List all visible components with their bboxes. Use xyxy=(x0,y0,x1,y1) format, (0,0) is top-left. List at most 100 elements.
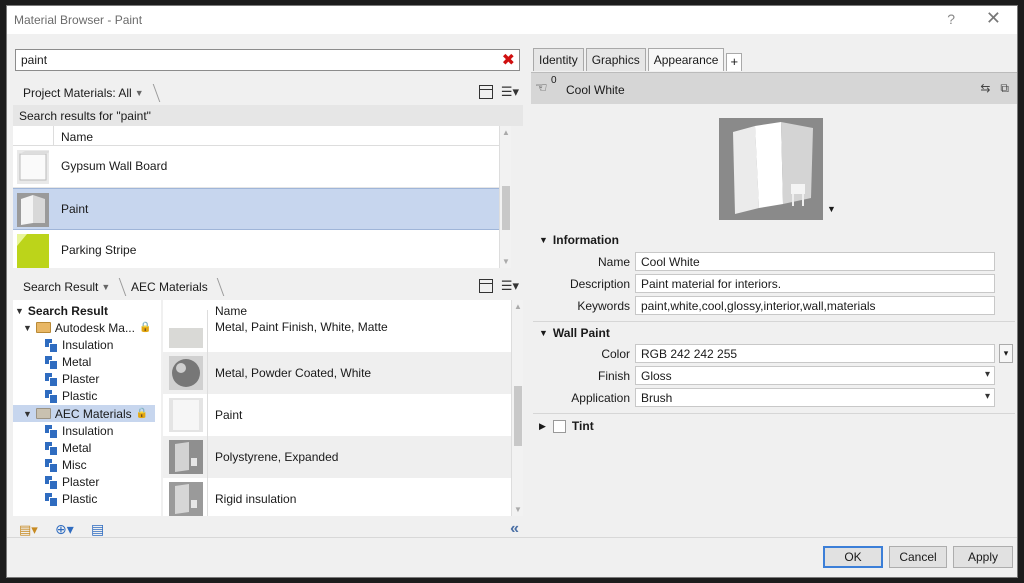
add-material-icon[interactable]: ⊕▾ xyxy=(55,521,74,538)
tree-item[interactable]: Plaster xyxy=(45,370,99,387)
crumb-label: Search Result xyxy=(23,280,99,294)
tree-item[interactable]: Insulation xyxy=(45,336,113,353)
cancel-button[interactable]: Cancel xyxy=(889,546,947,568)
keywords-row: Keywords paint,white,cool,glossy,interio… xyxy=(529,296,1015,316)
list-item[interactable]: Paint xyxy=(163,394,511,436)
library-icon xyxy=(45,475,58,490)
tree-label: Insulation xyxy=(62,423,114,438)
lock-icon: 🔒 xyxy=(135,408,149,419)
list-view-icon[interactable]: ☰▾ xyxy=(501,84,519,100)
library-crumb-aec[interactable]: AEC Materials xyxy=(131,278,224,296)
library-tree: ▼ Search Result ▼ Autodesk Ma... 🔒 Insul… xyxy=(13,300,161,516)
lock-icon: 🔒 xyxy=(138,322,152,333)
material-browser-window: Material Browser - Paint ? ✕ paint ✖ Pro… xyxy=(6,5,1018,578)
section-title: Tint xyxy=(571,419,594,433)
search-results-label: Search results for "paint" xyxy=(13,105,523,126)
material-preview[interactable] xyxy=(719,118,823,220)
color-field[interactable]: RGB 242 242 255 xyxy=(635,344,995,363)
panel-toggle-icon[interactable] xyxy=(478,85,493,99)
clear-search-icon[interactable]: ✖ xyxy=(502,50,515,70)
tab-graphics[interactable]: Graphics xyxy=(585,48,646,71)
description-label: Description xyxy=(569,277,630,291)
expand-icon: ▼ xyxy=(23,408,32,419)
library-icon xyxy=(45,372,58,387)
preview-options-icon[interactable]: ▼ xyxy=(827,204,836,214)
project-toolbar: Project Materials: All ▼ ☰▾ xyxy=(13,80,523,104)
close-button[interactable]: ✕ xyxy=(986,8,1001,29)
expand-icon: ▼ xyxy=(15,305,24,316)
list-view-icon[interactable]: ☰▾ xyxy=(501,278,519,294)
panel-toggle-icon[interactable] xyxy=(478,279,493,293)
add-asset-button[interactable]: + xyxy=(726,53,743,71)
library-icon xyxy=(45,389,58,404)
tree-item[interactable]: Plastic xyxy=(45,490,97,507)
project-materials-list: Name Gypsum Wall Board Paint Parking Str… xyxy=(13,126,511,268)
application-select[interactable]: Brush xyxy=(635,388,995,407)
tree-root[interactable]: ▼ Search Result xyxy=(15,302,108,319)
tree-autodesk[interactable]: ▼ Autodesk Ma... 🔒 xyxy=(23,319,151,336)
library-icon xyxy=(45,458,58,473)
item-label: Paint xyxy=(215,408,243,422)
column-header[interactable]: Name xyxy=(13,126,511,146)
material-thumbnail xyxy=(169,356,203,390)
folder-icon xyxy=(35,322,51,333)
tab-identity[interactable]: Identity xyxy=(533,48,584,71)
tint-checkbox[interactable] xyxy=(552,419,566,433)
tree-item[interactable]: Misc xyxy=(45,456,87,473)
asset-browser-icon[interactable]: ▤ xyxy=(91,521,104,538)
replace-asset-icon[interactable]: ⇆ xyxy=(980,81,990,96)
finish-label: Finish xyxy=(597,369,630,383)
editor-pane: Identity Graphics Appearance + ☜ 0 Cool … xyxy=(529,42,1019,542)
item-label: Gypsum Wall Board xyxy=(61,159,168,173)
library-menu-icon[interactable]: ▤▾ xyxy=(19,522,38,538)
tree-item[interactable]: Metal xyxy=(45,439,91,456)
information-section-header[interactable]: ▼ Information xyxy=(539,233,619,247)
project-filter-dropdown[interactable]: Project Materials: All ▼ xyxy=(23,84,160,102)
list-item[interactable]: Metal, Powder Coated, White xyxy=(163,352,511,394)
search-input[interactable]: paint ✖ xyxy=(15,49,520,71)
list-item[interactable]: Gypsum Wall Board xyxy=(13,146,511,188)
search-value: paint xyxy=(21,53,48,67)
tree-label: Metal xyxy=(62,440,92,455)
duplicate-asset-icon[interactable]: ⧉ xyxy=(1000,81,1009,96)
list-item[interactable]: Metal, Paint Finish, White, Matte xyxy=(163,310,511,352)
list-item[interactable]: Polystyrene, Expanded xyxy=(163,436,511,478)
title-bar: Material Browser - Paint ? ✕ xyxy=(7,6,1017,34)
library-crumb-search-result[interactable]: Search Result ▼ xyxy=(23,278,127,296)
wall-paint-section-header[interactable]: ▼ Wall Paint xyxy=(539,326,610,340)
material-thumbnail xyxy=(169,482,203,516)
chevron-down-icon: ▼ xyxy=(134,88,144,98)
tree-aec-selected[interactable]: ▼ AEC Materials 🔒 xyxy=(13,405,155,422)
collapse-panel-icon[interactable]: « xyxy=(510,520,519,538)
tint-section-header[interactable]: ▶ Tint xyxy=(539,419,594,433)
editor-tabs: Identity Graphics Appearance + xyxy=(533,48,743,71)
tree-item[interactable]: Plastic xyxy=(45,387,97,404)
finish-select[interactable]: Gloss xyxy=(635,366,995,385)
tree-item[interactable]: Metal xyxy=(45,353,91,370)
material-thumbnail xyxy=(169,328,203,348)
list-item-selected[interactable]: Paint xyxy=(13,188,511,230)
tree-label: Plastic xyxy=(62,491,98,506)
tab-appearance[interactable]: Appearance xyxy=(647,48,725,71)
help-button[interactable]: ? xyxy=(947,11,955,27)
list-item[interactable]: Parking Stripe xyxy=(13,230,511,268)
description-field[interactable]: Paint material for interiors. xyxy=(635,274,995,293)
list-item[interactable]: Rigid insulation xyxy=(163,478,511,516)
library-list-scrollbar[interactable]: ▲ ▼ xyxy=(511,300,523,516)
library-icon xyxy=(45,492,58,507)
keywords-field[interactable]: paint,white,cool,glossy,interior,wall,ma… xyxy=(635,296,995,315)
apply-button[interactable]: Apply xyxy=(953,546,1013,568)
material-thumbnail xyxy=(169,398,203,432)
library-icon xyxy=(45,338,58,353)
library-view-options: ☰▾ xyxy=(478,278,519,294)
project-view-options: ☰▾ xyxy=(478,84,519,100)
color-options-button[interactable]: ▾ xyxy=(999,344,1013,363)
tree-item[interactable]: Insulation xyxy=(45,422,113,439)
keywords-label: Keywords xyxy=(577,299,630,313)
section-title: Wall Paint xyxy=(552,326,610,340)
ok-button[interactable]: OK xyxy=(823,546,883,568)
tree-item[interactable]: Plaster xyxy=(45,473,99,490)
left-pane: paint ✖ Project Materials: All ▼ ☰▾ Sear… xyxy=(13,42,523,537)
name-field[interactable]: Cool White xyxy=(635,252,995,271)
project-list-scrollbar[interactable]: ▲ ▼ xyxy=(499,126,511,268)
